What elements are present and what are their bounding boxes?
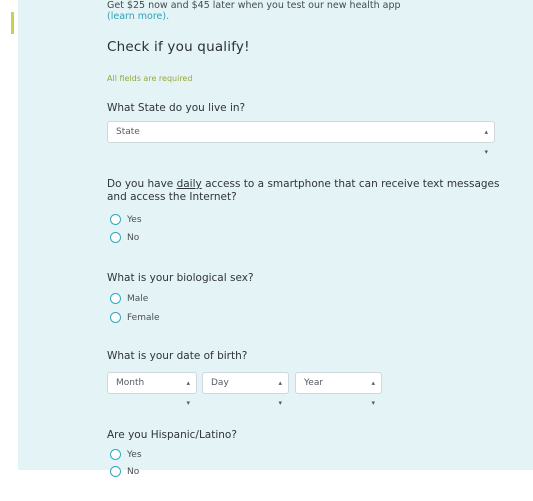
dob-month-select[interactable]: Month ▴ ▾ [107,372,197,407]
page: Get $25 now and $45 later when you test … [0,0,533,501]
radio-button-icon[interactable] [110,466,121,477]
radio-label: No [127,233,140,243]
radio-button-icon[interactable] [110,232,121,243]
state-question: What State do you live in? [107,102,246,114]
qualify-form-panel [18,0,533,470]
smartphone-option-no[interactable]: No [110,231,210,245]
sex-option-female[interactable]: Female [110,311,210,325]
required-fields-note: All fields are required [107,74,193,83]
radio-label: Male [127,294,149,304]
dob-question: What is your date of birth? [107,350,248,362]
learn-more-link[interactable]: (learn more). [107,11,169,22]
sex-question: What is your biological sex? [107,272,254,284]
smartphone-question-prefix: Do you have [107,178,177,190]
intro-text: Get $25 now and $45 later when you test … [107,0,507,22]
radio-button-icon[interactable] [110,293,121,304]
radio-button-icon[interactable] [110,312,121,323]
radio-label: No [127,467,140,477]
select-arrows-icon: ▴ ▾ [371,379,375,407]
smartphone-option-yes[interactable]: Yes [110,213,210,227]
state-select-value: State [116,127,140,137]
radio-label: Female [127,313,160,323]
dob-year-value: Year [304,378,324,388]
select-arrows-icon: ▴ ▾ [484,128,488,156]
radio-button-icon[interactable] [110,214,121,225]
sex-option-male[interactable]: Male [110,292,210,306]
dob-month-value: Month [116,378,145,388]
intro-text-body: Get $25 now and $45 later when you test … [107,0,401,11]
hispanic-option-no[interactable]: No [110,465,210,479]
radio-label: Yes [127,450,142,460]
left-accent-bar [11,12,14,34]
smartphone-question-emphasis: daily [176,178,202,190]
dob-day-value: Day [211,378,229,388]
select-arrows-icon: ▴ ▾ [186,379,190,407]
radio-button-icon[interactable] [110,449,121,460]
select-arrows-icon: ▴ ▾ [278,379,282,407]
hispanic-option-yes[interactable]: Yes [110,448,210,462]
dob-day-select[interactable]: Day ▴ ▾ [202,372,289,407]
dob-year-select[interactable]: Year ▴ ▾ [295,372,382,407]
radio-label: Yes [127,215,142,225]
smartphone-question: Do you have daily access to a smartphone… [107,178,507,204]
state-select[interactable]: State ▴ ▾ [107,121,495,156]
hispanic-question: Are you Hispanic/Latino? [107,429,237,441]
form-heading: Check if you qualify! [107,39,250,55]
